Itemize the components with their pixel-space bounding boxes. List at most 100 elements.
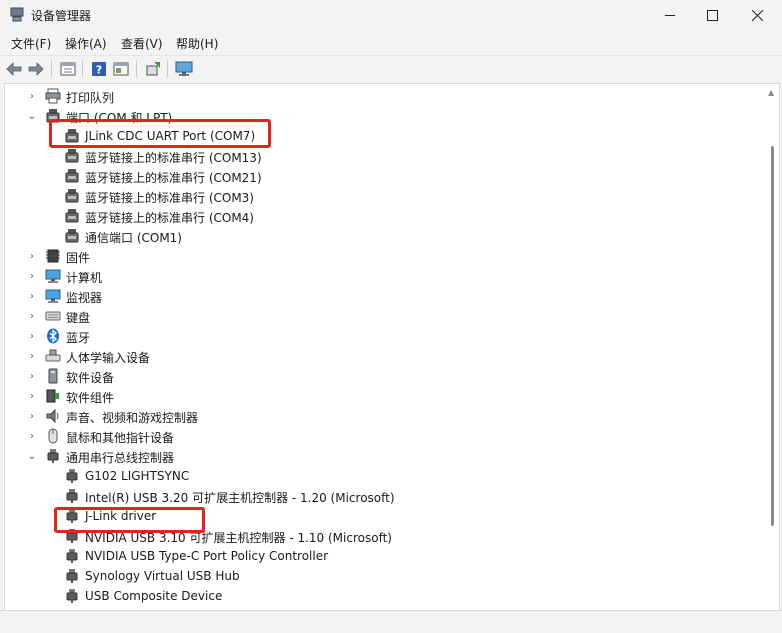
scrollbar-thumb[interactable] — [771, 146, 774, 526]
help-button[interactable]: ? — [90, 60, 108, 77]
monitor-icon — [175, 61, 193, 76]
vertical-scrollbar[interactable]: ▲ — [765, 84, 779, 610]
expand-chevron-icon[interactable]: › — [27, 306, 37, 326]
expand-chevron-icon[interactable]: › — [27, 246, 37, 266]
update-driver-button[interactable] — [144, 60, 162, 77]
expand-chevron-icon[interactable]: › — [27, 266, 37, 286]
monitor-icon — [45, 289, 61, 303]
help-icon: ? — [92, 61, 106, 76]
tree-device-row[interactable]: 蓝牙链接上的标准串行 (COM3) — [5, 186, 745, 206]
forward-button[interactable] — [27, 60, 45, 77]
scan-hardware-button[interactable] — [175, 60, 193, 77]
usb-icon — [66, 589, 78, 603]
port-icon — [65, 189, 79, 203]
tree-item-label: 通用串行总线控制器 — [66, 451, 175, 465]
menu-view[interactable]: 查看(V) — [121, 35, 163, 52]
tree-item-label: 蓝牙链接上的标准串行 (COM3) — [85, 191, 254, 205]
device-tree-panel[interactable]: › 打印队列 ⌄ 端口 (COM 和 LPT) JLink CDC UART Port … — [4, 83, 780, 610]
tree-category-row[interactable]: › 计算机 — [5, 266, 745, 286]
tree-device-row[interactable]: USB Composite Device — [5, 586, 745, 606]
tree-item-label: Intel(R) USB 3.20 可扩展主机控制器 - 1.20 (Micro… — [85, 491, 395, 505]
tree-item-label: 鼠标和其他指针设备 — [66, 431, 175, 445]
expand-chevron-icon[interactable]: › — [27, 286, 37, 306]
expand-chevron-icon[interactable]: › — [27, 86, 37, 106]
tree-device-row[interactable]: NVIDIA USB Type-C Port Policy Controller — [5, 546, 745, 566]
menu-help[interactable]: 帮助(H) — [176, 35, 218, 52]
scroll-up-icon[interactable]: ▲ — [768, 88, 774, 97]
collapse-chevron-icon[interactable]: ⌄ — [27, 446, 37, 466]
usb-icon — [66, 469, 78, 483]
tree-category-row[interactable]: › 人体学输入设备 — [5, 346, 745, 366]
collapse-chevron-icon[interactable]: ⌄ — [27, 106, 37, 126]
tree-device-row[interactable]: 蓝牙链接上的标准串行 (COM4) — [5, 206, 745, 226]
tree-device-row[interactable]: G102 LIGHTSYNC — [5, 466, 745, 486]
tree-category-row[interactable]: › 键盘 — [5, 306, 745, 326]
usb-icon — [66, 489, 78, 503]
device-manager-icon — [10, 7, 24, 22]
mouse-icon — [48, 428, 58, 444]
tree-category-row[interactable]: › 固件 — [5, 246, 745, 266]
keyboard-icon — [45, 311, 61, 321]
tree-item-label: 打印队列 — [66, 91, 115, 105]
expand-chevron-icon[interactable]: › — [27, 426, 37, 446]
menu-file[interactable]: 文件(F) — [11, 35, 51, 52]
tree-category-row[interactable]: ⌄ 通用串行总线控制器 — [5, 446, 745, 466]
tree-device-row[interactable]: 蓝牙链接上的标准串行 (COM21) — [5, 166, 745, 186]
close-button[interactable] — [735, 0, 780, 31]
tree-category-row[interactable]: › 打印队列 — [5, 86, 745, 106]
software-device-icon — [48, 368, 58, 384]
minimize-button[interactable] — [648, 0, 693, 31]
tree-item-label: 声音、视频和游戏控制器 — [66, 411, 199, 425]
tree-category-row[interactable]: › 声音、视频和游戏控制器 — [5, 406, 745, 426]
computer-icon — [45, 269, 61, 283]
tree-item-label: 蓝牙链接上的标准串行 (COM4) — [85, 211, 254, 225]
tree-item-label: 键盘 — [66, 311, 91, 325]
printer-icon — [45, 88, 61, 104]
port-icon — [65, 149, 79, 163]
tree-item-label: 软件组件 — [66, 391, 115, 405]
port-icon — [65, 229, 79, 243]
bluetooth-icon — [47, 328, 59, 344]
tree-category-row[interactable]: › 鼠标和其他指针设备 — [5, 426, 745, 446]
tree-category-row[interactable]: › 监视器 — [5, 286, 745, 306]
expand-chevron-icon[interactable]: › — [27, 406, 37, 426]
tree-device-row[interactable]: 通信端口 (COM1) — [5, 226, 745, 246]
usb-icon — [66, 549, 78, 563]
expand-chevron-icon[interactable]: › — [27, 326, 37, 346]
highlight-box-jlink-driver — [54, 507, 205, 533]
tree-category-row[interactable]: › 蓝牙 — [5, 326, 745, 346]
tree-item-label: USB Composite Device — [85, 589, 223, 603]
usb-icon — [66, 569, 78, 583]
tree-item-label: 蓝牙链接上的标准串行 (COM13) — [85, 151, 262, 165]
tree-category-row[interactable]: › 软件组件 — [5, 386, 745, 406]
update-driver-icon — [146, 61, 160, 75]
title-bar: 设备管理器 — [0, 0, 782, 31]
speaker-icon — [46, 408, 59, 424]
menu-action[interactable]: 操作(A) — [65, 35, 107, 52]
tree-category-row[interactable]: › 软件设备 — [5, 366, 745, 386]
svg-text:?: ? — [96, 63, 102, 76]
tree-device-row[interactable]: Synology Virtual USB Hub — [5, 566, 745, 586]
tree-item-label: 人体学输入设备 — [66, 351, 151, 365]
maximize-button[interactable] — [690, 0, 735, 31]
menu-bar: 文件(F) 操作(A) 查看(V) 帮助(H) — [0, 31, 782, 55]
chip-icon — [46, 249, 60, 263]
back-button[interactable] — [5, 60, 23, 77]
tree-item-label: G102 LIGHTSYNC — [85, 469, 190, 483]
port-icon — [65, 169, 79, 183]
window-title: 设备管理器 — [31, 9, 92, 23]
expand-chevron-icon[interactable]: › — [27, 346, 37, 366]
forward-arrow-icon — [28, 61, 44, 76]
panel-button[interactable] — [112, 60, 130, 77]
toolbar: ? — [0, 55, 782, 81]
expand-chevron-icon[interactable]: › — [27, 386, 37, 406]
hid-icon — [45, 349, 61, 362]
tree-item-label: 蓝牙 — [66, 331, 91, 345]
highlight-box-jlink-cdc-port — [49, 119, 271, 148]
tree-device-row[interactable]: 蓝牙链接上的标准串行 (COM13) — [5, 146, 745, 166]
usb-icon — [47, 449, 59, 463]
tree-device-row[interactable]: Intel(R) USB 3.20 可扩展主机控制器 - 1.20 (Micro… — [5, 486, 745, 506]
tree-item-label: NVIDIA USB Type-C Port Policy Controller — [85, 549, 329, 563]
expand-chevron-icon[interactable]: › — [27, 366, 37, 386]
properties-button[interactable] — [59, 60, 77, 77]
